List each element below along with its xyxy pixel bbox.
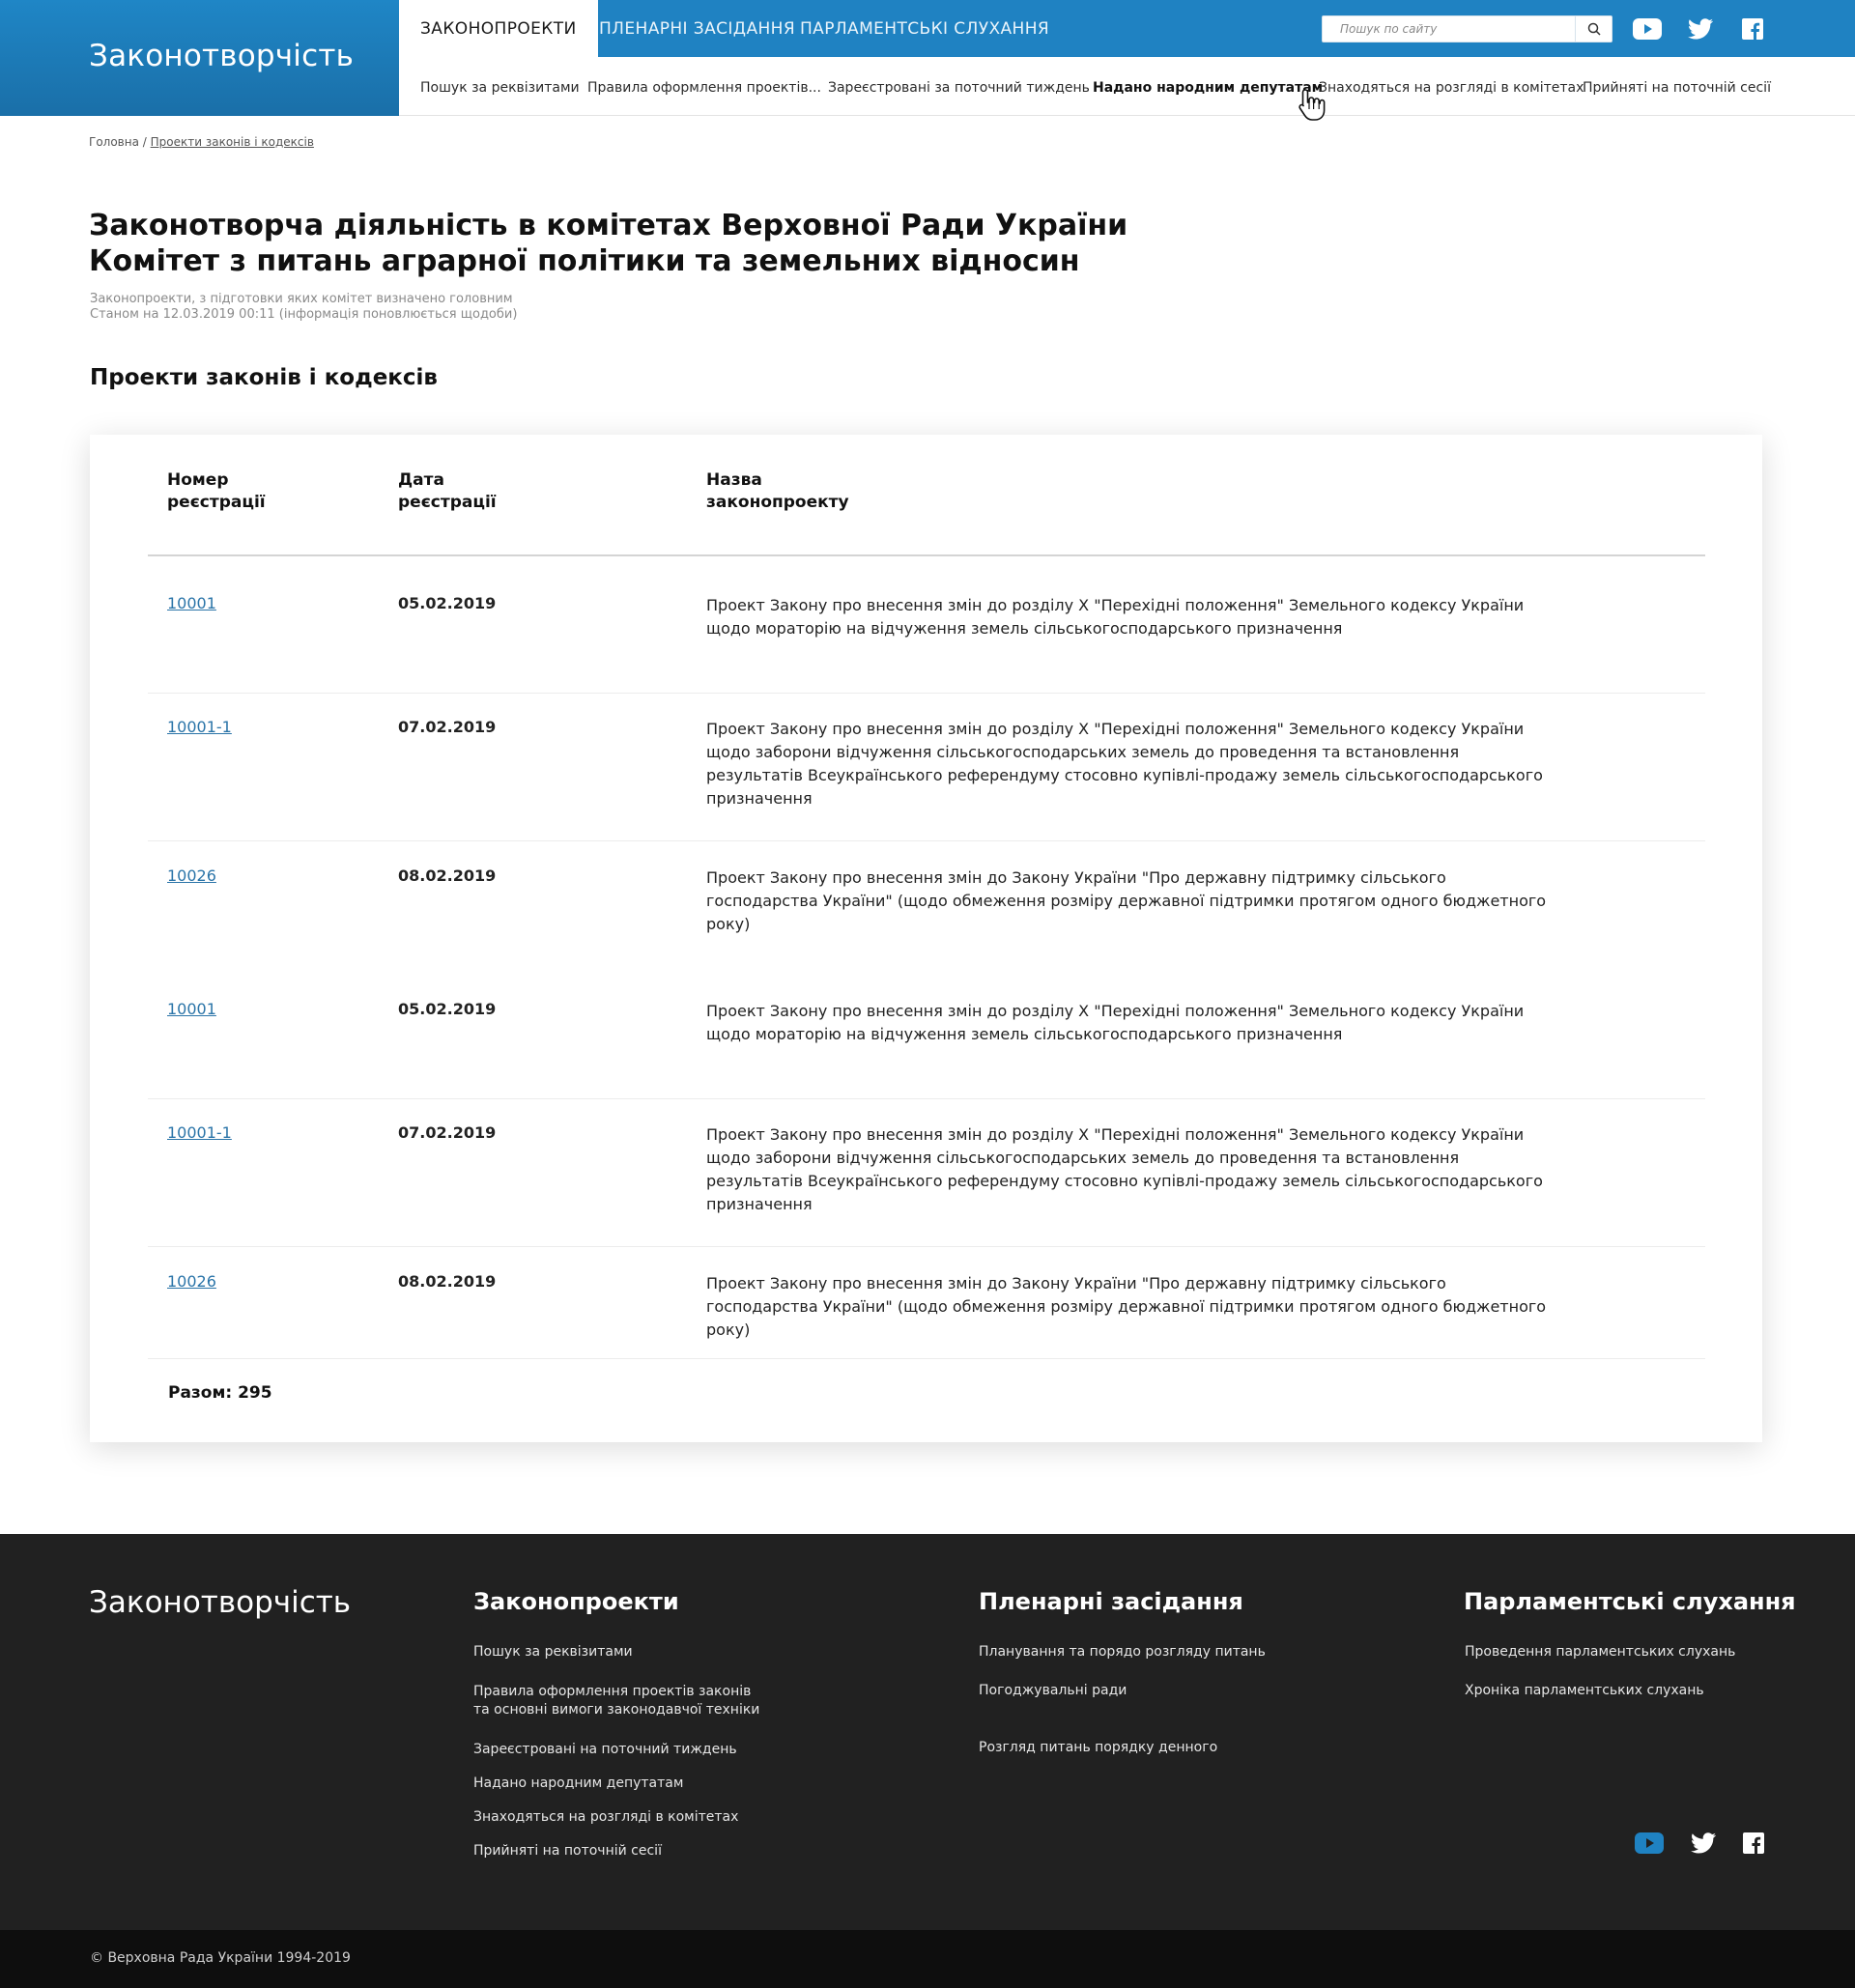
- footer-link[interactable]: Правила оформлення проектів законів та о…: [473, 1683, 759, 1719]
- bill-date: 05.02.2019: [398, 1000, 497, 1018]
- bill-number-link[interactable]: 10001-1: [167, 1123, 232, 1142]
- bill-name: Проект Закону про внесення змін до Закон…: [706, 1274, 1547, 1339]
- bill-date: 08.02.2019: [398, 1272, 497, 1291]
- facebook-link[interactable]: [1741, 16, 1764, 42]
- tab-parliamentary-hearings[interactable]: ПАРЛАМЕНТСЬКІ СЛУХАННЯ: [779, 0, 1070, 57]
- bill-name: Проект Закону про внесення змін до розді…: [706, 720, 1543, 808]
- search-input[interactable]: [1323, 16, 1576, 42]
- footer-link[interactable]: Погоджувальні ради: [979, 1682, 1127, 1700]
- footer: Законотворчість Законопроекти Пошук за р…: [0, 1534, 1855, 1930]
- youtube-icon: [1633, 18, 1662, 40]
- meta-description: Законопроекти, з підготовки яких комітет…: [90, 292, 513, 306]
- footer-link[interactable]: Зареєстровані на поточний тиждень: [473, 1741, 737, 1759]
- footer-link[interactable]: Хроніка парламентських слухань: [1465, 1682, 1704, 1700]
- bill-number-link[interactable]: 10026: [167, 866, 216, 885]
- footer-link[interactable]: Надано народним депутатам: [473, 1775, 683, 1793]
- bill-date: 07.02.2019: [398, 718, 497, 736]
- table-row: 10001 05.02.2019 Проект Закону про внесе…: [148, 1000, 1705, 1099]
- subnav-given-to-deputies[interactable]: Надано народним депутатам: [1093, 80, 1323, 96]
- top-navigation: ЗАКОНОПРОЕКТИ ПЛЕНАРНІ ЗАСІДАННЯ ПАРЛАМЕ…: [399, 0, 1855, 57]
- header-registration-date[interactable]: Дата реєстрації: [398, 469, 497, 514]
- breadcrumb-home[interactable]: Головна: [89, 135, 139, 149]
- meta-timestamp: Станом на 12.03.2019 00:11 (інформація п…: [90, 307, 518, 322]
- footer-link[interactable]: Знаходяться на розгляді в комітетах: [473, 1808, 738, 1827]
- youtube-link[interactable]: [1633, 16, 1662, 42]
- bill-number-link[interactable]: 10001: [167, 594, 216, 612]
- facebook-icon: [1743, 1832, 1764, 1854]
- footer-link[interactable]: Проведення парламентських слухань: [1465, 1643, 1735, 1661]
- row-divider: [148, 1246, 1705, 1247]
- row-divider: [148, 1358, 1705, 1359]
- facebook-icon: [1742, 18, 1763, 40]
- page-title: Законотворча діяльність в комітетах Верх…: [89, 208, 1127, 279]
- subnav-drafting-rules[interactable]: Правила оформлення проектів...: [587, 80, 821, 96]
- breadcrumb: Головна / Проекти законів і кодексів: [89, 135, 314, 149]
- hand-cursor-icon: [1298, 88, 1330, 127]
- header-text: Назва: [706, 470, 762, 490]
- breadcrumb-separator: /: [138, 135, 151, 149]
- total-count: Разом: 295: [168, 1383, 272, 1403]
- bill-number-link[interactable]: 10001: [167, 1000, 216, 1018]
- copyright-bar: © Верховна Рада України 1994-2019: [0, 1930, 1855, 1988]
- brand-block[interactable]: Законотворчість: [0, 0, 399, 116]
- header-bill-name[interactable]: Назва законопроекту: [706, 469, 849, 514]
- site-title[interactable]: Законотворчість: [89, 39, 354, 73]
- search-button[interactable]: [1575, 16, 1612, 42]
- copyright-text: © Верховна Рада України 1994-2019: [90, 1950, 351, 1966]
- page-meta: Законопроекти, з підготовки яких комітет…: [90, 292, 517, 323]
- bill-name: Проект Закону про внесення змін до розді…: [706, 1002, 1525, 1043]
- bill-name: Проект Закону про внесення змін до розді…: [706, 596, 1525, 638]
- twitter-icon: [1691, 1832, 1716, 1854]
- footer-link[interactable]: Прийняті на поточній сесії: [473, 1842, 662, 1860]
- bill-name: Проект Закону про внесення змін до розді…: [706, 1125, 1543, 1213]
- bill-name: Проект Закону про внесення змін до Закон…: [706, 868, 1547, 933]
- youtube-icon: [1635, 1832, 1664, 1854]
- bill-number-link[interactable]: 10026: [167, 1272, 216, 1291]
- table-row: 10001 05.02.2019 Проект Закону про внесе…: [148, 594, 1705, 694]
- footer-bills-title[interactable]: Законопроекти: [473, 1588, 679, 1615]
- bills-table-card: Номер реєстрації Дата реєстрації Назва з…: [90, 435, 1762, 1442]
- header-text: законопроекту: [706, 493, 849, 512]
- footer-brand[interactable]: Законотворчість: [89, 1585, 351, 1620]
- header-registration-number[interactable]: Номер реєстрації: [167, 469, 266, 514]
- footer-link[interactable]: Планування та порядо розгляду питань: [979, 1643, 1266, 1661]
- subnav-in-committees[interactable]: Знаходяться на розгляді в комітетах: [1319, 80, 1584, 96]
- bill-date: 08.02.2019: [398, 866, 497, 885]
- page-title-line-2: Комітет з питань аграрної політики та зе…: [89, 244, 1080, 278]
- footer-link[interactable]: Розгляд питань порядку денного: [979, 1739, 1217, 1757]
- sub-navigation: Пошук за реквізитами Правила оформлення …: [399, 57, 1855, 116]
- bill-number-link[interactable]: 10001-1: [167, 718, 232, 736]
- row-divider: [148, 1098, 1705, 1099]
- header-text: реєстрації: [167, 493, 266, 512]
- twitter-icon: [1688, 18, 1713, 40]
- footer-link[interactable]: Пошук за реквізитами: [473, 1643, 633, 1661]
- subnav-adopted-this-session[interactable]: Прийняті на поточній сесії: [1583, 80, 1771, 96]
- table-row: 10001-1 07.02.2019 Проект Закону про вне…: [148, 1123, 1705, 1247]
- section-title: Проекти законів і кодексів: [90, 365, 438, 390]
- search-box: [1322, 15, 1612, 43]
- row-divider: [148, 693, 1705, 694]
- bill-date: 05.02.2019: [398, 594, 497, 612]
- footer-youtube-link[interactable]: [1635, 1832, 1664, 1855]
- header-text: Номер: [167, 470, 229, 490]
- footer-twitter-link[interactable]: [1691, 1832, 1716, 1855]
- table-row: 10001-1 07.02.2019 Проект Закону про вне…: [148, 718, 1705, 841]
- footer-hearings-title[interactable]: Парламентські слухання: [1464, 1588, 1796, 1615]
- subnav-search-by-details[interactable]: Пошук за реквізитами: [420, 80, 580, 96]
- header-text: Дата: [398, 470, 444, 490]
- subnav-registered-this-week[interactable]: Зареєстровані за поточний тиждень: [828, 80, 1090, 96]
- tab-bills[interactable]: ЗАКОНОПРОЕКТИ: [399, 0, 598, 57]
- search-icon: [1587, 22, 1601, 36]
- twitter-link[interactable]: [1688, 16, 1713, 42]
- table-row: 10026 08.02.2019 Проект Закону про внесе…: [148, 866, 1705, 982]
- page-title-line-1: Законотворча діяльність в комітетах Верх…: [89, 209, 1128, 242]
- row-divider: [148, 840, 1705, 841]
- footer-plenary-title[interactable]: Пленарні засідання: [979, 1588, 1243, 1615]
- header-divider: [148, 554, 1705, 556]
- table-row: 10026 08.02.2019 Проект Закону про внесе…: [148, 1272, 1705, 1359]
- footer-facebook-link[interactable]: [1743, 1832, 1764, 1855]
- bill-date: 07.02.2019: [398, 1123, 497, 1142]
- header-text: реєстрації: [398, 493, 497, 512]
- breadcrumb-current[interactable]: Проекти законів і кодексів: [151, 135, 314, 149]
